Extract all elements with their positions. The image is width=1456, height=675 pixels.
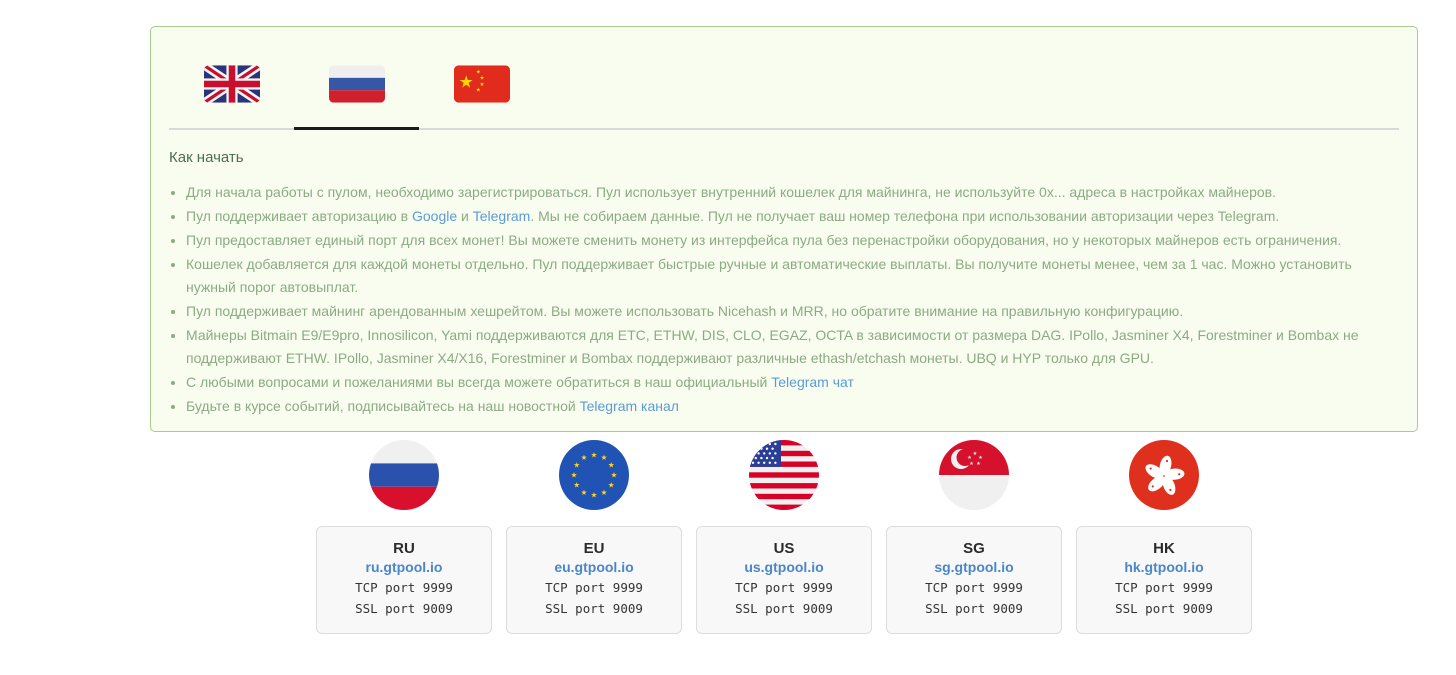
server-ssl-port: SSL port 9009 <box>355 601 453 616</box>
cn-flag-icon: ★ ★ ★ ★ ★ <box>453 65 510 103</box>
instruction-item: Майнеры Bitmain E9/E9pro, Innosilicon, Y… <box>186 324 1399 370</box>
sg-circle-flag-icon: ★ ★ ★ ★ ★ <box>939 440 1009 510</box>
instruction-item: Будьте в курсе событий, подписывайтесь н… <box>186 395 1399 418</box>
us-circle-flag-icon <box>749 440 819 510</box>
server-tcp-port: TCP port 9999 <box>545 580 643 595</box>
server-location-hk: HK hk.gtpool.io TCP port 9999 SSL port 9… <box>1076 440 1252 634</box>
server-card: SG sg.gtpool.io TCP port 9999 SSL port 9… <box>886 526 1062 634</box>
inline-link[interactable]: Telegram канал <box>580 398 679 414</box>
server-ssl-port: SSL port 9009 <box>925 601 1023 616</box>
svg-text:★: ★ <box>976 461 981 467</box>
svg-text:★: ★ <box>591 491 598 500</box>
server-tcp-port: TCP port 9999 <box>1115 580 1213 595</box>
svg-text:★: ★ <box>969 461 974 467</box>
tab-language-zh[interactable]: ★ ★ ★ ★ ★ <box>419 65 544 128</box>
inline-link[interactable]: Telegram <box>473 208 531 224</box>
svg-text:★: ★ <box>608 461 615 470</box>
instruction-item: Для начала работы с пулом, необходимо за… <box>186 181 1399 204</box>
svg-text:★: ★ <box>458 72 473 92</box>
server-card: HK hk.gtpool.io TCP port 9999 SSL port 9… <box>1076 526 1252 634</box>
svg-text:★: ★ <box>601 453 608 462</box>
server-card: US us.gtpool.io TCP port 9999 SSL port 9… <box>696 526 872 634</box>
server-region-code: EU <box>583 540 605 557</box>
hk-circle-flag-icon <box>1129 440 1199 510</box>
server-ssl-port: SSL port 9009 <box>1115 601 1213 616</box>
instructions-list: Для начала работы с пулом, необходимо за… <box>169 181 1399 418</box>
svg-text:★: ★ <box>581 453 588 462</box>
ru-flag-icon <box>328 65 385 103</box>
svg-text:★: ★ <box>973 451 978 457</box>
instruction-item: С любыми вопросами и пожеланиями вы всег… <box>186 371 1399 394</box>
server-locations: RU ru.gtpool.io TCP port 9999 SSL port 9… <box>150 440 1418 634</box>
svg-text:★: ★ <box>581 488 588 497</box>
server-location-us: US us.gtpool.io TCP port 9999 SSL port 9… <box>696 440 872 634</box>
getting-started-content: Как начать Для начала работы с пулом, не… <box>151 130 1417 431</box>
instruction-item: Пул поддерживает авторизацию в Google и … <box>186 205 1399 228</box>
server-ssl-port: SSL port 9009 <box>735 601 833 616</box>
instruction-item: Пул предоставляет единый порт для всех м… <box>186 229 1399 252</box>
svg-text:★: ★ <box>573 461 580 470</box>
server-tcp-port: TCP port 9999 <box>355 580 453 595</box>
tab-language-en[interactable] <box>169 65 294 128</box>
getting-started-panel: ★ ★ ★ ★ ★ Как начать Для начала работы с… <box>150 26 1418 432</box>
server-location-ru: RU ru.gtpool.io TCP port 9999 SSL port 9… <box>316 440 492 634</box>
ru-circle-flag-icon <box>369 440 439 510</box>
server-host-link[interactable]: ru.gtpool.io <box>317 558 491 577</box>
eu-circle-flag-icon: ★ ★ ★ ★ ★ ★ ★ ★ ★ ★ ★ ★ <box>559 440 629 510</box>
inline-link[interactable]: Telegram чат <box>771 374 854 390</box>
server-location-sg: ★ ★ ★ ★ ★ SG sg.gtpool.io TCP port 9999 SS… <box>886 440 1062 634</box>
server-location-eu: ★ ★ ★ ★ ★ ★ ★ ★ ★ ★ ★ ★ EU eu.gtpool.io TCP po… <box>506 440 682 634</box>
server-region-code: US <box>773 540 795 557</box>
server-card: EU eu.gtpool.io TCP port 9999 SSL port 9… <box>506 526 682 634</box>
svg-text:★: ★ <box>571 471 578 480</box>
svg-text:★: ★ <box>479 74 484 81</box>
svg-text:★: ★ <box>601 488 608 497</box>
server-host-link[interactable]: sg.gtpool.io <box>887 558 1061 577</box>
svg-text:★: ★ <box>573 481 580 490</box>
server-host-link[interactable]: us.gtpool.io <box>697 558 871 577</box>
server-tcp-port: TCP port 9999 <box>925 580 1023 595</box>
server-tcp-port: TCP port 9999 <box>735 580 833 595</box>
uk-flag-icon <box>203 65 260 103</box>
svg-text:★: ★ <box>475 86 480 93</box>
server-host-link[interactable]: eu.gtpool.io <box>507 558 681 577</box>
section-title: Как начать <box>169 149 244 166</box>
instruction-item: Пул поддерживает майнинг арендованным хе… <box>186 300 1399 323</box>
server-card: RU ru.gtpool.io TCP port 9999 SSL port 9… <box>316 526 492 634</box>
inline-link[interactable]: Google <box>412 208 457 224</box>
svg-text:★: ★ <box>591 451 598 460</box>
server-ssl-port: SSL port 9009 <box>545 601 643 616</box>
language-tabs: ★ ★ ★ ★ ★ <box>169 27 1399 130</box>
tab-language-ru[interactable] <box>294 65 419 130</box>
server-region-code: HK <box>1153 540 1175 557</box>
instruction-item: Кошелек добавляется для каждой монеты от… <box>186 253 1399 299</box>
server-region-code: SG <box>963 540 985 557</box>
server-host-link[interactable]: hk.gtpool.io <box>1077 558 1251 577</box>
svg-text:★: ★ <box>611 471 618 480</box>
svg-text:★: ★ <box>608 481 615 490</box>
server-region-code: RU <box>393 540 415 557</box>
